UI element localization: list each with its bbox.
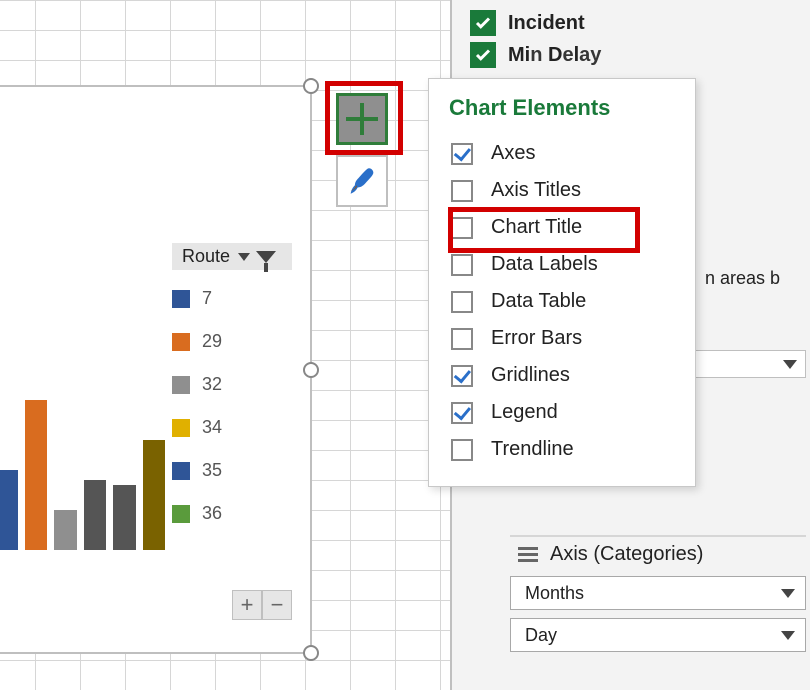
bar	[143, 440, 166, 550]
chart-zoom-controls: + −	[232, 590, 292, 620]
legend-item[interactable]: 29	[172, 331, 302, 352]
legend-label: 29	[202, 331, 222, 352]
option-label: Error Bars	[491, 327, 582, 350]
color-swatch	[172, 462, 190, 480]
bar	[113, 485, 136, 550]
chevron-down-icon	[783, 360, 797, 369]
checkbox-checked-icon[interactable]	[470, 10, 496, 36]
chart-elements-popup: Chart Elements Axes Axis Titles Chart Titl…	[428, 78, 696, 487]
resize-handle[interactable]	[303, 645, 319, 661]
axis-categories-section: Axis (Categories) Months Day	[510, 535, 806, 660]
legend-label: 35	[202, 460, 222, 481]
chart-element-option[interactable]: Gridlines	[449, 357, 681, 394]
paintbrush-icon	[345, 164, 379, 198]
chart-element-option[interactable]: Data Table	[449, 283, 681, 320]
field-min-delay-label: Min Delay	[508, 44, 601, 67]
combo-value: Months	[525, 583, 584, 604]
option-label: Trendline	[491, 438, 574, 461]
chart-side-tools	[336, 93, 388, 207]
field-incident-row[interactable]: Incident	[452, 4, 810, 42]
bar	[84, 480, 107, 550]
checkbox-icon[interactable]	[451, 254, 473, 276]
chart-element-option[interactable]: Data Labels	[449, 246, 681, 283]
bar	[25, 400, 48, 550]
checkbox-icon[interactable]	[451, 180, 473, 202]
legend-item[interactable]: 36	[172, 503, 302, 524]
chart-element-option[interactable]: Axes	[449, 135, 681, 172]
legend-item[interactable]: 35	[172, 460, 302, 481]
combo-value: Day	[525, 625, 557, 646]
legend-title: Route	[182, 246, 230, 267]
axis-section-label: Axis (Categories)	[550, 543, 703, 566]
option-label: Gridlines	[491, 364, 570, 387]
zoom-in-button[interactable]: +	[232, 590, 262, 620]
axis-field-day[interactable]: Day	[510, 618, 806, 652]
resize-handle[interactable]	[303, 362, 319, 378]
chart-bars	[0, 395, 165, 550]
color-swatch	[172, 505, 190, 523]
chart-element-option[interactable]: Error Bars	[449, 320, 681, 357]
bar	[0, 470, 18, 550]
color-swatch	[172, 290, 190, 308]
chevron-down-icon	[781, 631, 795, 640]
legend-label: 7	[202, 288, 212, 309]
checkbox-icon[interactable]	[451, 439, 473, 461]
bar	[54, 510, 77, 550]
chart-legend[interactable]: Route 7 29 32 34 35 36	[172, 243, 302, 524]
chart-element-option[interactable]: Chart Title	[449, 209, 681, 246]
option-label: Legend	[491, 401, 558, 424]
chart-styles-button[interactable]	[336, 155, 388, 207]
filter-icon	[256, 251, 276, 263]
checkbox-checked-icon[interactable]	[470, 42, 496, 68]
checkbox-icon[interactable]	[451, 143, 473, 165]
checkbox-icon[interactable]	[451, 365, 473, 387]
plus-icon	[346, 103, 378, 135]
resize-handle[interactable]	[303, 78, 319, 94]
legend-label: 34	[202, 417, 222, 438]
legend-item[interactable]: 7	[172, 288, 302, 309]
chart-elements-button[interactable]	[336, 93, 388, 145]
zoom-out-button[interactable]: −	[262, 590, 292, 620]
legend-label: 36	[202, 503, 222, 524]
color-swatch	[172, 419, 190, 437]
dropdown-icon	[238, 253, 250, 261]
legend-label: 32	[202, 374, 222, 395]
axis-field-months[interactable]: Months	[510, 576, 806, 610]
drag-areas-hint: n areas b	[705, 268, 780, 289]
checkbox-icon[interactable]	[451, 291, 473, 313]
option-label: Axes	[491, 142, 535, 165]
field-incident-label: Incident	[508, 12, 585, 35]
option-label: Data Table	[491, 290, 586, 313]
color-swatch	[172, 376, 190, 394]
legend-title-row[interactable]: Route	[172, 243, 292, 270]
checkbox-icon[interactable]	[451, 328, 473, 350]
axis-icon	[518, 547, 538, 562]
popup-title: Chart Elements	[449, 95, 681, 121]
option-label: Axis Titles	[491, 179, 581, 202]
color-swatch	[172, 333, 190, 351]
chart-element-option[interactable]: Trendline	[449, 431, 681, 468]
chart-element-option[interactable]: Legend	[449, 394, 681, 431]
legend-item[interactable]: 32	[172, 374, 302, 395]
option-label: Chart Title	[491, 216, 582, 239]
chart-element-option[interactable]: Axis Titles	[449, 172, 681, 209]
legend-item[interactable]: 34	[172, 417, 302, 438]
checkbox-icon[interactable]	[451, 402, 473, 424]
axis-section-header[interactable]: Axis (Categories)	[510, 535, 806, 576]
option-label: Data Labels	[491, 253, 598, 276]
chevron-down-icon	[781, 589, 795, 598]
checkbox-icon[interactable]	[451, 217, 473, 239]
field-min-delay-row[interactable]: Min Delay	[452, 42, 810, 68]
